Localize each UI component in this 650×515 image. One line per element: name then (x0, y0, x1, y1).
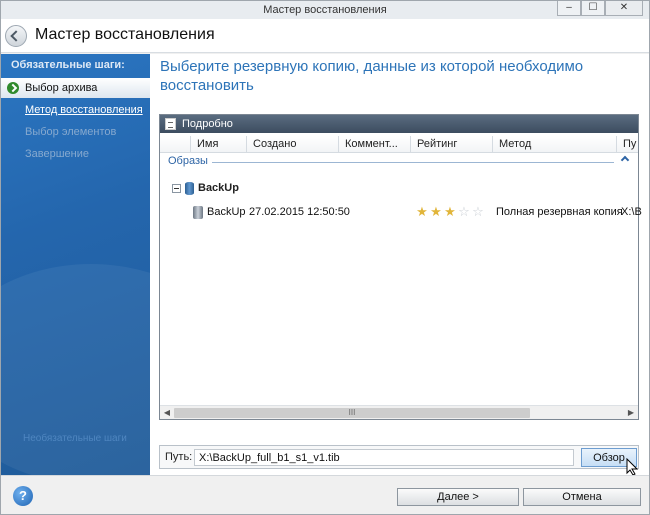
cancel-button[interactable]: Отмена (523, 488, 641, 506)
star-icon[interactable]: ★ (415, 205, 429, 219)
cell-name: BackUp (207, 206, 246, 218)
cell-created: 27.02.2015 12:50:50 (249, 206, 350, 218)
window-title: Мастер восстановления (263, 4, 387, 16)
rating-stars[interactable]: ★ ★ ★ ☆ ☆ (415, 205, 485, 219)
wizard-footer: ? Далее > Отмена (1, 475, 649, 514)
backup-details-panel: Подробно Имя Создано Коммент... Рейтинг … (159, 114, 642, 420)
sidebar-item-label: Выбор элементов (25, 126, 117, 138)
column-header-method[interactable]: Метод (492, 136, 616, 153)
column-header-rating[interactable]: Рейтинг (410, 136, 492, 153)
tree-node-label: BackUp (198, 182, 239, 194)
restore-wizard-window: Мастер восстановления – ☐ ✕ Мастер восст… (0, 0, 650, 515)
sidebar-item-label: Завершение (25, 148, 89, 160)
page-title: Выберите резервную копию, данные из кото… (160, 58, 584, 94)
disk-image-icon (193, 206, 203, 219)
optional-steps-heading: Необязательные шаги (23, 433, 127, 444)
group-divider (212, 162, 614, 163)
green-arrow-icon (7, 82, 19, 94)
path-label: Путь: (165, 451, 193, 463)
details-icon (165, 118, 176, 130)
star-icon[interactable]: ★ (443, 205, 457, 219)
star-icon[interactable]: ☆ (457, 205, 471, 219)
star-icon[interactable]: ☆ (471, 205, 485, 219)
column-header-created[interactable]: Создано (246, 136, 338, 153)
title-bar: Мастер восстановления – ☐ ✕ (1, 1, 649, 19)
chevron-up-icon[interactable] (620, 155, 630, 165)
steps-sidebar: Обязательные шаги: Выбор архива Метод во… (1, 54, 150, 475)
mouse-cursor-icon (626, 458, 639, 476)
group-header-images[interactable]: Образы (160, 153, 638, 171)
window-controls: – ☐ ✕ (557, 1, 643, 17)
column-header-name[interactable]: Имя (190, 136, 246, 153)
path-input[interactable] (194, 449, 574, 466)
collapse-minus-icon[interactable] (172, 184, 181, 193)
sidebar-item-select-items: Выбор элементов (1, 122, 150, 142)
cell-path: X:\B (621, 206, 642, 218)
cell-method: Полная резервная копия (496, 206, 623, 218)
sidebar-item-finish: Завершение (1, 144, 150, 164)
wizard-title: Мастер восстановления (35, 26, 215, 43)
minimize-button[interactable]: – (557, 1, 581, 16)
sidebar-item-select-archive[interactable]: Выбор архива (1, 78, 150, 98)
help-icon[interactable]: ? (13, 486, 33, 506)
panel-header: Подробно (160, 115, 638, 133)
back-arrow-icon[interactable] (5, 25, 27, 47)
main-content: Выберите резервную копию, данные из кото… (150, 54, 649, 475)
database-icon (185, 182, 194, 195)
column-header-comment[interactable]: Коммент... (338, 136, 410, 153)
wizard-header: Мастер восстановления (1, 19, 649, 53)
scroll-right-icon[interactable]: ▶ (626, 408, 636, 418)
panel-title: Подробно (182, 118, 233, 130)
sidebar-item-recovery-method[interactable]: Метод восстановления (1, 100, 150, 120)
star-icon[interactable]: ★ (429, 205, 443, 219)
column-headers: Имя Создано Коммент... Рейтинг Метод Пу (160, 136, 638, 153)
scrollbar-thumb[interactable]: III (174, 408, 530, 418)
sidebar-item-label: Метод восстановления (25, 104, 143, 116)
close-button[interactable]: ✕ (605, 1, 643, 16)
path-bar: Путь: Обзор (159, 445, 639, 469)
horizontal-scrollbar[interactable]: ◀ III ▶ (160, 405, 638, 419)
next-button[interactable]: Далее > (397, 488, 519, 506)
column-header-path[interactable]: Пу (616, 136, 638, 153)
group-label: Образы (168, 155, 208, 167)
table-row[interactable]: BackUp 27.02.2015 12:50:50 ★ ★ ★ ☆ ☆ Пол… (160, 204, 642, 222)
maximize-button[interactable]: ☐ (581, 1, 605, 16)
sidebar-item-label: Выбор архива (25, 82, 98, 94)
scroll-left-icon[interactable]: ◀ (162, 408, 172, 418)
required-steps-heading: Обязательные шаги: (11, 59, 125, 71)
